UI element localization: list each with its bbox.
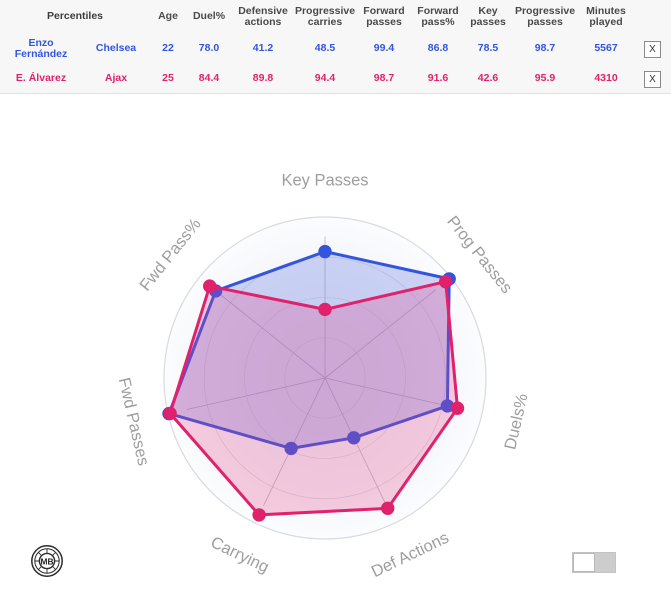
cell-progressive-passes: 95.9 (534, 72, 556, 85)
radar-data-point[interactable] (439, 275, 453, 289)
radar-data-point[interactable] (318, 244, 332, 259)
table-row[interactable]: Enzo Fernández Chelsea 22 78.0 41.2 48.5… (0, 34, 671, 64)
remove-player-button[interactable]: X (644, 40, 662, 58)
col-header-forward-passes-line2: passes (366, 16, 402, 28)
col-header-duel-pct-line1: Duel% (192, 10, 226, 23)
col-header-minutes-played-line2: played (589, 16, 623, 28)
radar-chart[interactable]: Key PassesProg PassesDuels%Def ActionsCa… (0, 94, 671, 591)
cell-minutes-played: 4310 (594, 72, 618, 85)
cell-progressive-carries: 48.5 (314, 42, 336, 55)
col-header-progressive-passes: Progressive passes (512, 0, 578, 34)
radar-chart-area: Key Passes Prog Passes Duels% Def Actions Ca… (0, 94, 671, 591)
radar-data-point[interactable] (203, 279, 217, 293)
radar-data-point[interactable] (163, 406, 177, 421)
cell-key-passes: 42.6 (477, 72, 499, 85)
player-name-line1: E. Álvarez (15, 72, 67, 85)
display-toggle[interactable] (572, 552, 616, 573)
player-name[interactable]: E. Álvarez (0, 64, 82, 94)
cell-duel-pct: 84.4 (198, 72, 220, 85)
col-header-remove (634, 0, 671, 34)
axis-label-fwd-passes: Fwd Passes (115, 376, 153, 468)
radar-data-point[interactable] (381, 501, 395, 515)
cell-minutes-played: 5567 (594, 42, 618, 55)
toggle-knob[interactable] (573, 553, 595, 572)
remove-cell: X (634, 64, 671, 94)
cell-age: 25 (162, 72, 174, 85)
axis-label-key-passes: Key Passes (281, 171, 368, 189)
comparison-table: Percentiles Age Duel% Defensive actions … (0, 0, 671, 94)
cell-defensive-actions: 89.8 (252, 72, 274, 85)
col-header-forward-passes: Forward passes (356, 0, 412, 34)
col-header-progressive-carries-line2: carries (307, 16, 343, 28)
col-header-key-passes-line2: passes (470, 16, 506, 28)
table-title: Percentiles (46, 10, 104, 23)
table-header-row: Percentiles Age Duel% Defensive actions … (0, 0, 671, 34)
cell-forward-pass-pct: 86.8 (427, 42, 449, 55)
player-team[interactable]: Ajax (82, 64, 150, 94)
cell-age: 22 (162, 42, 174, 55)
cell-forward-pass-pct: 91.6 (427, 72, 449, 85)
radar-data-point[interactable] (318, 302, 332, 317)
remove-cell: X (634, 34, 671, 64)
cell-key-passes: 78.5 (477, 42, 499, 55)
cell-progressive-carries: 94.4 (314, 72, 336, 85)
radar-data-point[interactable] (450, 401, 465, 415)
axis-label-duels: Duels% (501, 392, 531, 452)
col-header-progressive-carries: Progressive carries (294, 0, 356, 34)
percentile-table-panel: Percentiles Age Duel% Defensive actions … (0, 0, 671, 94)
col-header-duel-pct: Duel% (186, 0, 232, 34)
cell-progressive-passes: 98.7 (534, 42, 556, 55)
axis-label-def-actions: Def Actions (369, 529, 452, 581)
col-header-progressive-passes-line2: passes (527, 16, 563, 28)
col-header-age: Age (150, 0, 186, 34)
football-logo-text: MB (40, 556, 53, 566)
col-header-defensive-actions: Defensive actions (232, 0, 294, 34)
player-team[interactable]: Chelsea (82, 34, 150, 64)
col-header-forward-pass-pct: Forward pass% (412, 0, 464, 34)
axis-label-fwd-pass: Fwd Pass% (136, 215, 205, 295)
axis-label-carrying: Carrying (208, 533, 272, 576)
col-header-key-passes: Key passes (464, 0, 512, 34)
table-row[interactable]: E. Álvarez Ajax 25 84.4 89.8 94.4 98.7 9… (0, 64, 671, 94)
radar-data-point[interactable] (252, 508, 266, 522)
remove-player-button[interactable]: X (644, 70, 662, 88)
cell-duel-pct: 78.0 (198, 42, 220, 55)
col-header-minutes-played: Minutes played (578, 0, 634, 34)
cell-defensive-actions: 41.2 (252, 42, 274, 55)
player-name-line2: Fernández (14, 48, 68, 60)
col-header-age-line1: Age (158, 10, 178, 23)
cell-forward-passes: 98.7 (373, 72, 395, 85)
col-header-defensive-actions-line2: actions (244, 16, 282, 28)
football-logo: MB (31, 545, 63, 577)
cell-forward-passes: 99.4 (373, 42, 395, 55)
col-header-forward-pass-pct-line2: pass% (421, 16, 455, 28)
player-name[interactable]: Enzo Fernández (0, 34, 82, 64)
